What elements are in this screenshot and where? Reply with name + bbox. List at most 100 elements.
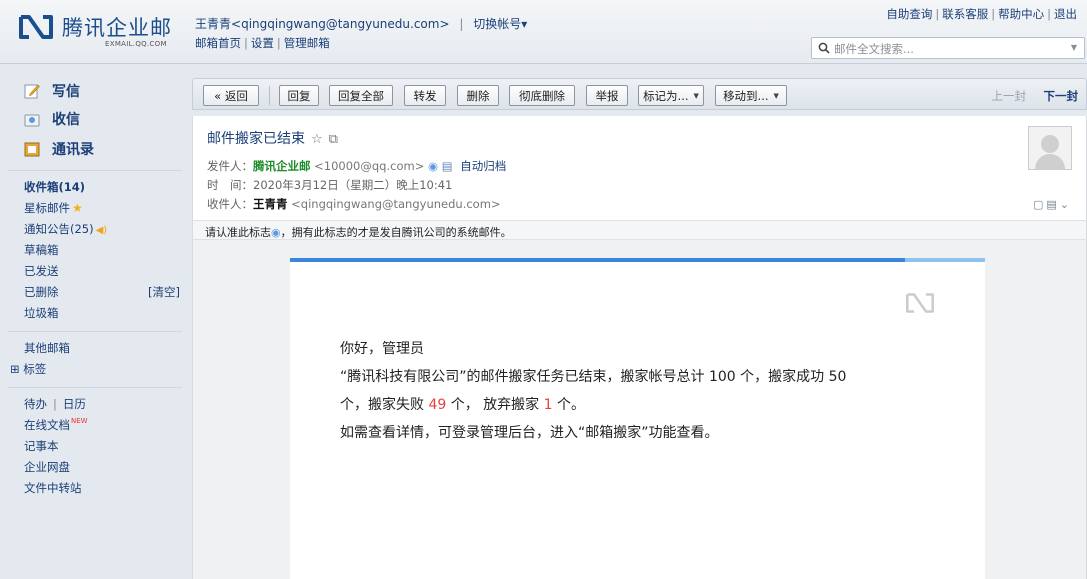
logout-link[interactable]: 退出 xyxy=(1054,7,1077,21)
customer-service-link[interactable]: 联系客服 xyxy=(942,7,988,21)
nav-mail-home[interactable]: 邮箱首页 xyxy=(195,36,241,50)
tools-row: 待办 | 日历 xyxy=(24,397,86,411)
compose-label: 写信 xyxy=(52,84,80,100)
recipient-name[interactable]: 王青青 xyxy=(253,197,288,211)
contacts-icon xyxy=(24,142,40,157)
mail-line-2: 个，搬家失败 49 个， 放弃搬家 1 个。 xyxy=(340,397,586,413)
account-name: 王青青 xyxy=(195,17,232,31)
popout-icon[interactable]: ⧉ xyxy=(329,132,338,147)
folder-deleted[interactable]: 已删除 xyxy=(24,284,59,300)
search-icon xyxy=(818,42,830,54)
header-actions: ▢▤⌄ xyxy=(1033,198,1072,211)
online-docs-link[interactable]: 在线文档NEW xyxy=(24,417,88,433)
notes-link[interactable]: 记事本 xyxy=(24,438,59,454)
prev-mail-link[interactable]: 上一封 xyxy=(992,88,1027,104)
abandoned-count: 1 xyxy=(543,397,553,413)
self-service-link[interactable]: 自助查询 xyxy=(886,7,932,21)
folder-starred[interactable]: 星标邮件 ★ xyxy=(24,200,83,216)
sidebar: 写信 收信 通讯录 收件箱(14) 星标邮件 ★ 通知公告(25) ◀) 草稿箱 已… xyxy=(0,65,186,579)
mail-line-1: “腾讯科技有限公司”的邮件搬家任务已结束，搬家帐号总计 100 个，搬家成功 5… xyxy=(340,369,847,385)
print-icon[interactable]: ▤ xyxy=(1046,198,1059,211)
search-placeholder: 邮件全文搜索... xyxy=(834,42,914,56)
inbox-label: 收信 xyxy=(52,112,80,128)
clear-deleted-link[interactable]: [清空] xyxy=(148,284,180,300)
sender-address: <10000@qq.com> xyxy=(314,159,425,173)
reply-button[interactable]: 回复 xyxy=(279,85,319,106)
divider xyxy=(8,170,182,171)
netdisk-link[interactable]: 企业网盘 xyxy=(24,459,70,475)
inbox-button[interactable]: 收信 xyxy=(24,109,80,129)
sender-name[interactable]: 腾讯企业邮 xyxy=(253,159,311,173)
top-header: 腾讯企业邮 EXMAIL.QQ.COM 王青青<qingqingwang@tan… xyxy=(0,0,1087,64)
card-icon: ▤ xyxy=(441,159,453,173)
switch-account-link[interactable]: 切换帐号▾ xyxy=(473,17,527,31)
mail-read-pane: « 返回 回复 回复全部 转发 删除 彻底删除 举报 标记为... ▼ 移动到..… xyxy=(192,78,1087,579)
logo-subtext: EXMAIL.QQ.COM xyxy=(105,40,167,48)
help-center-link[interactable]: 帮助中心 xyxy=(998,7,1044,21)
mail-time: 2020年3月12日（星期二）晚上10:41 xyxy=(253,178,453,192)
header-nav: 邮箱首页 | 设置 | 管理邮箱 xyxy=(195,36,330,50)
official-mail-notice: 请认准此标志◉，拥有此标志的才是发自腾讯公司的系统邮件。 xyxy=(192,220,1087,240)
back-button[interactable]: « 返回 xyxy=(203,85,259,106)
time-row: 时 间：2020年3月12日（星期二）晚上10:41 xyxy=(207,178,453,192)
auto-archive-link[interactable]: 自动归档 xyxy=(460,159,506,173)
mail-line-3: 如需查看详情，可登录管理后台，进入“邮箱搬家”功能查看。 xyxy=(340,425,719,441)
todo-link[interactable]: 待办 xyxy=(24,397,47,411)
recipient-address: <qingqingwang@tangyunedu.com> xyxy=(291,197,501,211)
logo-mark-icon xyxy=(906,293,934,313)
contacts-label: 通讯录 xyxy=(52,142,94,158)
logo-mark-icon xyxy=(19,15,53,39)
mark-as-dropdown[interactable]: 标记为... ▼ xyxy=(638,85,704,106)
search-dropdown-icon[interactable]: ▼ xyxy=(1071,43,1077,52)
nav-manage-mailbox[interactable]: 管理邮箱 xyxy=(284,36,330,50)
mail-greeting: 你好，管理员 xyxy=(340,341,424,357)
expand-icon[interactable]: ⌄ xyxy=(1060,198,1072,211)
logo-text: 腾讯企业邮 xyxy=(62,16,172,40)
top-links: 自助查询 | 联系客服 | 帮助中心 | 退出 xyxy=(886,7,1077,21)
delete-forever-button[interactable]: 彻底删除 xyxy=(509,85,575,106)
folder-sent[interactable]: 已发送 xyxy=(24,263,59,279)
forward-button[interactable]: 转发 xyxy=(404,85,446,106)
folder-drafts[interactable]: 草稿箱 xyxy=(24,242,59,258)
star-outline-icon[interactable]: ☆ xyxy=(311,132,323,147)
failed-count: 49 xyxy=(428,397,447,413)
recipient-row: 收件人：王青青 <qingqingwang@tangyunedu.com> xyxy=(207,197,501,211)
folder-inbox[interactable]: 收件箱(14) xyxy=(24,179,85,195)
mail-toolbar: « 返回 回复 回复全部 转发 删除 彻底删除 举报 标记为... ▼ 移动到..… xyxy=(192,78,1087,110)
search-input[interactable]: 邮件全文搜索... ▼ xyxy=(811,37,1085,59)
inbox-icon xyxy=(24,114,40,127)
view-icon[interactable]: ▢ xyxy=(1033,198,1046,211)
chevron-down-icon: ▼ xyxy=(693,91,699,100)
compose-button[interactable]: 写信 xyxy=(24,81,80,101)
compose-icon xyxy=(24,84,40,99)
brand-logo[interactable]: 腾讯企业邮 EXMAIL.QQ.COM xyxy=(18,10,188,54)
delete-button[interactable]: 删除 xyxy=(457,85,499,106)
reply-all-button[interactable]: 回复全部 xyxy=(329,85,393,106)
star-icon: ★ xyxy=(72,201,83,215)
tags-toggle[interactable]: ⊞ 标签 xyxy=(10,361,46,377)
sender-row: 发件人：腾讯企业邮 <10000@qq.com> ◉ ▤ 自动归档 xyxy=(207,159,507,173)
divider xyxy=(8,331,182,332)
calendar-link[interactable]: 日历 xyxy=(63,397,86,411)
mail-header: 邮件搬家已结束 ☆ ⧉ 发件人：腾讯企业邮 <10000@qq.com> ◉ ▤ 自… xyxy=(192,116,1087,234)
verified-badge-icon: ◉ xyxy=(271,226,281,239)
mail-content-card: 你好，管理员 “腾讯科技有限公司”的邮件搬家任务已结束，搬家帐号总计 100 个… xyxy=(290,258,985,579)
new-badge: NEW xyxy=(71,417,88,425)
divider xyxy=(8,387,182,388)
file-transfer-link[interactable]: 文件中转站 xyxy=(24,480,82,496)
mail-subject: 邮件搬家已结束 ☆ ⧉ xyxy=(207,131,338,147)
folder-spam[interactable]: 垃圾箱 xyxy=(24,305,59,321)
nav-settings[interactable]: 设置 xyxy=(251,36,274,50)
report-button[interactable]: 举报 xyxy=(586,85,628,106)
sender-avatar xyxy=(1028,126,1072,170)
account-info: 王青青<qingqingwang@tangyunedu.com> | 切换帐号▾ xyxy=(195,15,527,32)
move-to-dropdown[interactable]: 移动到... ▼ xyxy=(715,85,787,106)
chevron-down-icon: ▼ xyxy=(773,91,779,100)
account-email: <qingqingwang@tangyunedu.com> xyxy=(231,17,450,31)
folder-notices[interactable]: 通知公告(25) ◀) xyxy=(24,221,107,237)
other-mailbox-link[interactable]: 其他邮箱 xyxy=(24,340,70,356)
speaker-icon: ◀) xyxy=(95,225,108,236)
contacts-button[interactable]: 通讯录 xyxy=(24,139,94,159)
next-mail-link[interactable]: 下一封 xyxy=(1044,88,1079,104)
separator: | xyxy=(459,17,464,31)
